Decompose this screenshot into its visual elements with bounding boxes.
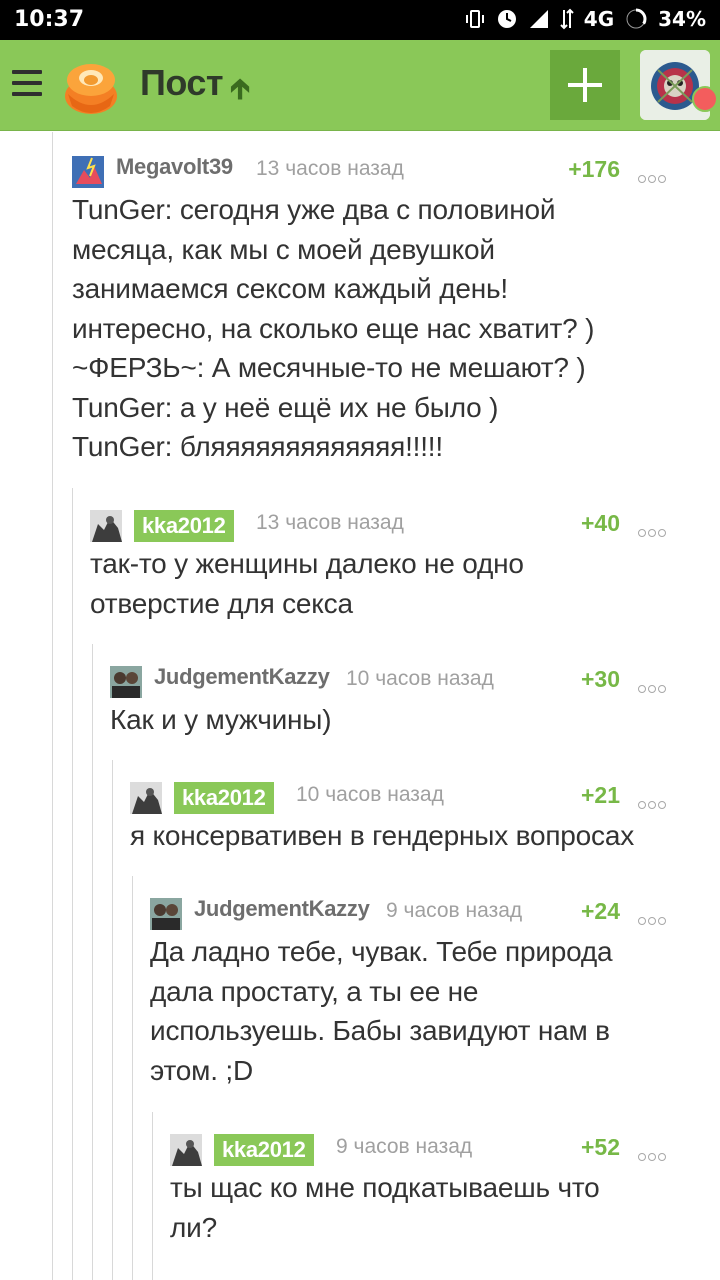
comment-line: ты щас ко мне подкатываешь что — [170, 1172, 600, 1203]
comment-rating: +40 — [580, 510, 620, 536]
avatar[interactable] — [170, 1134, 202, 1166]
comment-time: 10 часов назад — [296, 783, 444, 806]
comment-time: 13 часов назад — [256, 157, 404, 180]
comment-time: 9 часов назад — [386, 899, 523, 922]
comment-header: kka2012 13 часов назад +40 — [90, 508, 692, 544]
comment-line: TunGer: сегодня уже два с половиной — [72, 194, 556, 225]
battery-icon — [625, 8, 647, 30]
data-transfer-icon — [560, 8, 574, 30]
comment-line: интересно, на сколько еще нас хватит? ) — [72, 312, 595, 344]
comment-line: TunGer: бляяяяяяяяяяяяя!!!!! — [72, 431, 443, 462]
network-type: 4G — [583, 7, 615, 31]
comment-time: 10 часов назад — [346, 667, 494, 690]
app-bar: Пост 🡱 — [0, 40, 720, 131]
comment-time: 9 часов назад — [336, 1135, 473, 1158]
more-options-icon[interactable] — [638, 912, 674, 925]
comment-body: TunGer: сегодня уже два с половиной меся… — [72, 190, 692, 467]
comment-line: TunGer: а у неё ещё их не было ) — [72, 391, 499, 423]
comment: kka2012 13 часов назад +40 так-то у женщ… — [90, 508, 692, 623]
avatar[interactable] — [150, 898, 182, 930]
comment-author[interactable]: kka2012 — [134, 510, 234, 542]
avatar[interactable] — [110, 666, 142, 698]
more-options-icon[interactable] — [638, 170, 674, 183]
add-post-button[interactable] — [550, 50, 620, 120]
comment-author[interactable]: kka2012 — [214, 1134, 314, 1166]
comment-author[interactable]: JudgementKazzy — [194, 896, 370, 922]
status-time: 10:37 — [14, 7, 85, 32]
notification-badge — [692, 86, 718, 112]
comment-line: месяца, как мы с моей девушкой — [72, 233, 495, 265]
comment-header: JudgementKazzy 9 часов назад +24 — [150, 896, 692, 932]
comment-body: ты щас ко мне подкатываешь что ли? — [170, 1168, 692, 1247]
comment-body: Как и у мужчины) — [110, 700, 692, 740]
menu-icon[interactable] — [12, 70, 42, 96]
pikabu-logo-icon[interactable] — [58, 54, 124, 120]
comment: JudgementKazzy 9 часов назад +24 Да ладн… — [150, 896, 692, 1090]
thread-line — [132, 876, 133, 1280]
comment-line: используешь. Бабы завидуют нам в — [150, 1015, 610, 1046]
thread-line — [112, 760, 113, 1280]
comment-rating: +24 — [580, 898, 620, 924]
comment-line: занимаемся сексом каждый день! — [72, 273, 508, 304]
comment-header: kka2012 10 часов назад +21 — [130, 780, 692, 816]
comment-header: Megavolt39 13 часов назад +176 — [72, 154, 692, 190]
comment-rating: +21 — [580, 782, 620, 808]
comment-rating: +176 — [568, 156, 620, 182]
signal-icon — [529, 10, 548, 28]
thread-line — [92, 644, 93, 1280]
avatar[interactable] — [72, 156, 104, 188]
more-options-icon[interactable] — [638, 796, 674, 809]
comment-author[interactable]: kka2012 — [174, 782, 274, 814]
comment-line: так-то у женщины далеко не одно — [90, 548, 524, 579]
comment: JudgementKazzy 10 часов назад +30 Как и … — [110, 664, 692, 740]
comment-line: отверстие для секса — [90, 587, 353, 619]
comment-line: Да ладно тебе, чувак. Тебе природа — [150, 936, 613, 967]
comment: Megavolt39 13 часов назад +176 TunGer: с… — [72, 154, 692, 467]
comment-line: ~ФЕРЗЬ~: А месячные-то не мешают? ) — [72, 352, 586, 383]
comment-header: JudgementKazzy 10 часов назад +30 — [110, 664, 692, 700]
comment-line: дала простату, а ты ее не — [150, 975, 479, 1007]
battery-percent: 34% — [658, 7, 706, 31]
more-options-icon[interactable] — [638, 1148, 674, 1161]
vibrate-icon — [465, 10, 484, 28]
comment-line: этом. ;D — [150, 1054, 253, 1086]
comment-body: Да ладно тебе, чувак. Тебе природа дала … — [150, 932, 692, 1090]
thread-line — [52, 132, 53, 1280]
page-title: Пост — [140, 62, 224, 103]
alarm-icon — [497, 10, 516, 28]
thread-line — [152, 1112, 153, 1280]
arrow-up-icon[interactable]: 🡱 — [230, 68, 250, 116]
comment-line: я консервативен в гендерных вопросах — [130, 820, 634, 851]
status-bar: 10:37 4G 34% — [0, 0, 720, 40]
comment-line: ли? — [170, 1211, 217, 1243]
more-options-icon[interactable] — [638, 680, 674, 693]
comment-author[interactable]: Megavolt39 — [116, 154, 233, 180]
comment-author[interactable]: JudgementKazzy — [154, 664, 330, 690]
comment-rating: +30 — [580, 666, 620, 692]
avatar[interactable] — [130, 782, 162, 814]
comment-rating: +52 — [580, 1134, 620, 1160]
comment: kka2012 9 часов назад +52 ты щас ко мне … — [170, 1132, 692, 1247]
avatar[interactable] — [90, 510, 122, 542]
comment-body: так-то у женщины далеко не одно отверсти… — [90, 544, 692, 623]
comment-time: 13 часов назад — [256, 511, 404, 534]
status-icons: 4G 34% — [464, 7, 706, 31]
thread-line — [72, 488, 73, 1280]
comment-body: я консервативен в гендерных вопросах — [130, 816, 692, 856]
comment-line: Как и у мужчины) — [110, 704, 332, 735]
comment: kka2012 10 часов назад +21 я консерватив… — [130, 780, 692, 856]
comment-header: kka2012 9 часов назад +52 — [170, 1132, 692, 1168]
more-options-icon[interactable] — [638, 524, 674, 537]
